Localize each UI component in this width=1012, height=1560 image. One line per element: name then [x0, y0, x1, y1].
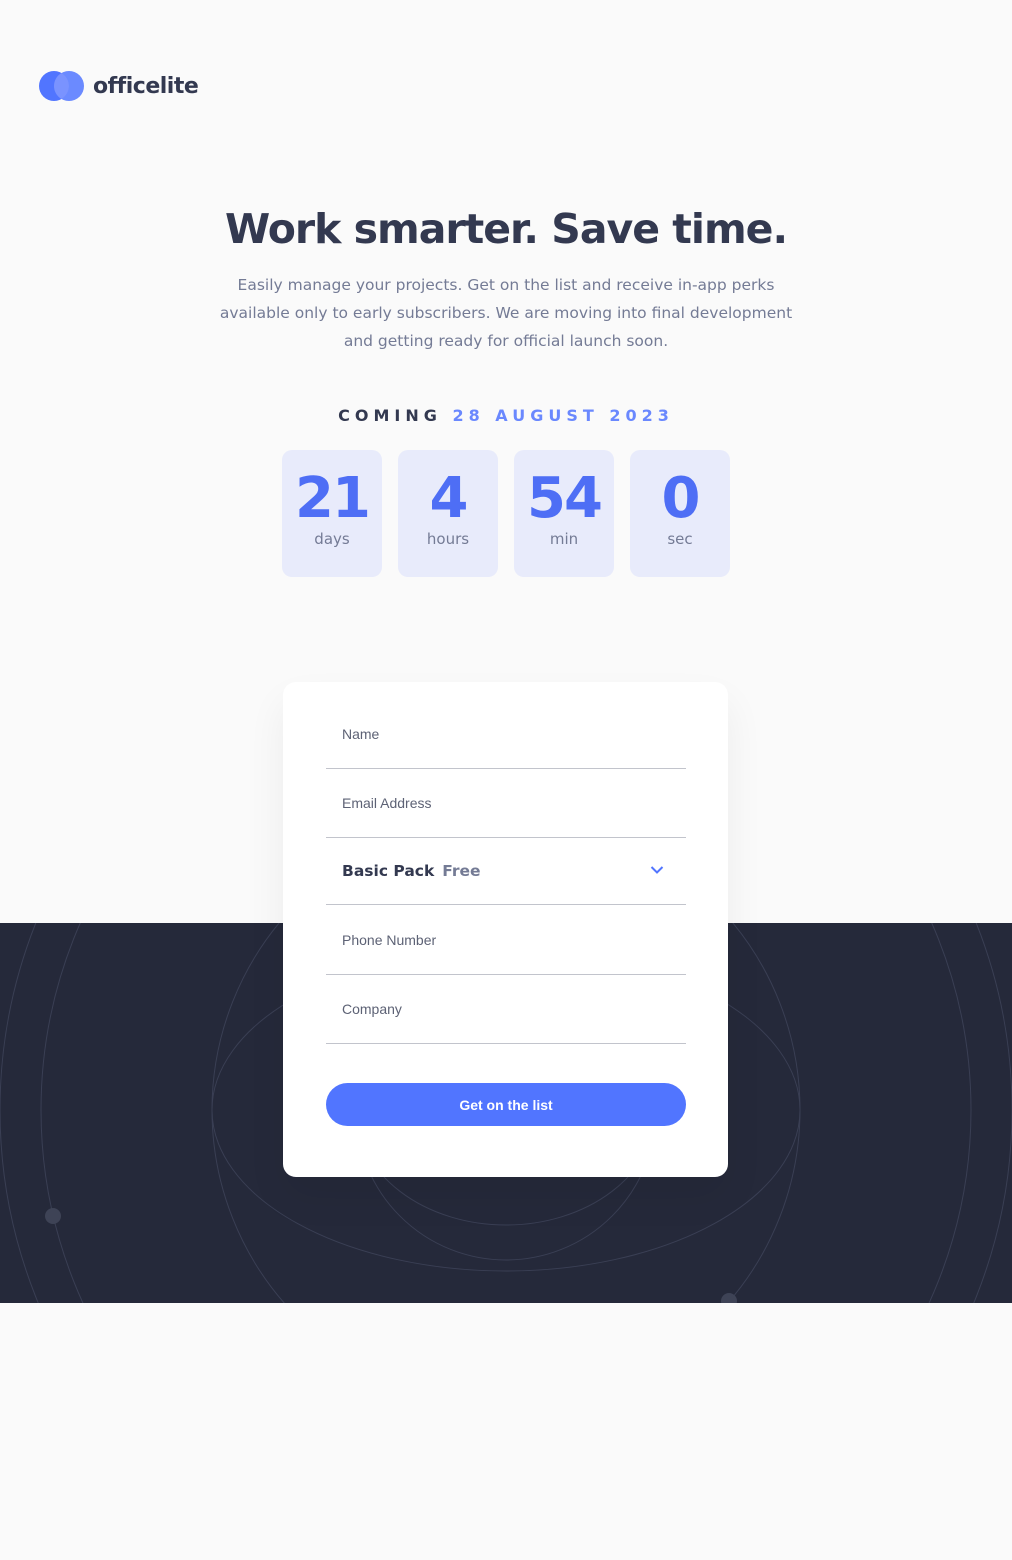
- orbit-dot: [45, 1208, 61, 1224]
- chevron-down-icon: [650, 866, 664, 874]
- launch-date-banner: COMING 28 AUGUST 2023: [0, 406, 1012, 425]
- countdown-seconds: 0 sec: [630, 450, 730, 577]
- email-field-wrapper: [326, 769, 686, 838]
- coming-label: COMING: [338, 406, 442, 425]
- email-input[interactable]: [342, 769, 662, 837]
- countdown-unit: min: [549, 530, 579, 548]
- countdown-unit: hours: [426, 530, 470, 548]
- countdown-minutes: 54 min: [514, 450, 614, 577]
- countdown-hours: 4 hours: [398, 450, 498, 577]
- countdown-days: 21 days: [282, 450, 382, 577]
- brand-logo[interactable]: officelite: [39, 71, 199, 101]
- brand-name: officelite: [93, 73, 199, 99]
- countdown-timer: 21 days 4 hours 54 min 0 sec: [282, 450, 730, 577]
- launch-date: 28 AUGUST 2023: [452, 406, 674, 425]
- signup-form: Basic Pack Free Get on the list: [283, 682, 728, 1177]
- company-input[interactable]: [342, 975, 662, 1043]
- phone-input[interactable]: [342, 906, 662, 974]
- logo-icon: [39, 71, 84, 101]
- plan-price: Free: [442, 861, 481, 880]
- countdown-unit: days: [314, 530, 350, 548]
- get-on-the-list-button[interactable]: Get on the list: [326, 1083, 686, 1126]
- countdown-value: 0: [661, 466, 701, 531]
- phone-field-wrapper: [326, 906, 686, 975]
- hero-description: Easily manage your projects. Get on the …: [219, 276, 793, 350]
- company-field-wrapper: [326, 975, 686, 1044]
- countdown-value: 4: [429, 466, 469, 531]
- plan-select[interactable]: Basic Pack Free: [326, 837, 686, 905]
- countdown-unit: sec: [667, 530, 693, 548]
- name-input[interactable]: [342, 700, 662, 768]
- page-title: Work smarter. Save time.: [224, 205, 788, 253]
- plan-name: Basic Pack: [342, 861, 435, 880]
- countdown-value: 54: [527, 466, 603, 531]
- countdown-value: 21: [295, 466, 371, 531]
- name-field-wrapper: [326, 700, 686, 769]
